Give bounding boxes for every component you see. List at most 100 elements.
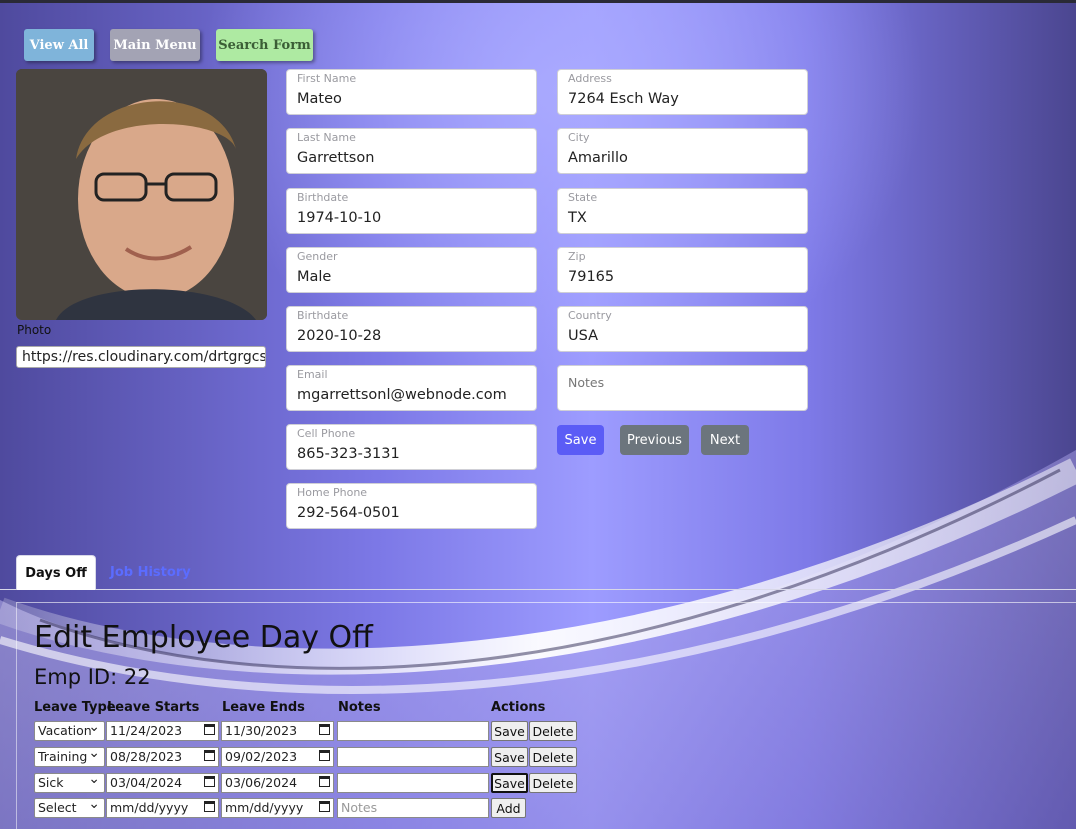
leave-start-value: 03/04/2024: [110, 775, 183, 790]
calendar-icon[interactable]: [319, 750, 330, 761]
tab-job-history[interactable]: Job History: [110, 555, 191, 590]
home-phone-value: 292-564-0501: [297, 505, 400, 521]
row-save-button[interactable]: Save: [491, 721, 528, 741]
tab-days-off[interactable]: Days Off: [16, 555, 96, 590]
home-phone-field[interactable]: Home Phone 292-564-0501: [286, 483, 537, 529]
birthdate-field[interactable]: Birthdate 1974-10-10: [286, 188, 537, 234]
panel-title: Edit Employee Day Off: [34, 620, 373, 655]
address-value: 7264 Esch Way: [568, 91, 679, 107]
city-value: Amarillo: [568, 150, 628, 166]
leave-notes-input[interactable]: [337, 747, 489, 767]
leave-start-input[interactable]: 08/28/2023: [106, 747, 219, 767]
leave-type-select[interactable]: Vacation: [34, 721, 105, 741]
new-leave-type-select[interactable]: Select: [34, 798, 105, 818]
state-label: State: [568, 191, 598, 204]
previous-button[interactable]: Previous: [620, 425, 689, 455]
address-field[interactable]: Address 7264 Esch Way: [557, 69, 808, 115]
state-field[interactable]: State TX: [557, 188, 808, 234]
last-name-value: Garrettson: [297, 150, 375, 166]
country-field[interactable]: Country USA: [557, 306, 808, 352]
new-leave-start-input[interactable]: mm/dd/yyyy: [106, 798, 219, 818]
home-phone-label: Home Phone: [297, 486, 368, 499]
leave-start-value: 08/28/2023: [110, 749, 183, 764]
cell-phone-field[interactable]: Cell Phone 865-323-3131: [286, 424, 537, 470]
calendar-icon[interactable]: [319, 801, 330, 812]
add-button[interactable]: Add: [491, 798, 526, 818]
employee-id: Emp ID: 22: [34, 665, 151, 689]
header-notes: Notes: [338, 700, 381, 715]
notes-placeholder: Notes: [568, 375, 605, 390]
first-name-value: Mateo: [297, 91, 342, 107]
leave-end-value: 11/30/2023: [225, 723, 298, 738]
cell-phone-value: 865-323-3131: [297, 446, 400, 462]
header-actions: Actions: [491, 700, 546, 715]
row-save-button[interactable]: Save: [491, 747, 528, 767]
new-leave-end-placeholder: mm/dd/yyyy: [225, 800, 304, 815]
calendar-icon[interactable]: [204, 750, 215, 761]
country-value: USA: [568, 328, 599, 344]
last-name-field[interactable]: Last Name Garrettson: [286, 128, 537, 174]
first-name-field[interactable]: First Name Mateo: [286, 69, 537, 115]
leave-start-value: 11/24/2023: [110, 723, 183, 738]
employee-photo: [16, 69, 267, 320]
notes-field[interactable]: Notes: [557, 365, 808, 411]
row-delete-button[interactable]: Delete: [529, 721, 577, 741]
leave-type-select[interactable]: Sick: [34, 773, 105, 793]
header-leave-type: Leave Type: [34, 700, 116, 715]
email-field[interactable]: Email mgarrettsonl@webnode.com: [286, 365, 537, 411]
gender-field[interactable]: Gender Male: [286, 247, 537, 293]
leave-end-input[interactable]: 11/30/2023: [221, 721, 334, 741]
zip-value: 79165: [568, 269, 615, 285]
email-label: Email: [297, 368, 328, 381]
calendar-icon[interactable]: [204, 801, 215, 812]
city-field[interactable]: City Amarillo: [557, 128, 808, 174]
hire-date-label: Birthdate: [297, 309, 349, 322]
calendar-icon[interactable]: [319, 724, 330, 735]
first-name-label: First Name: [297, 72, 357, 85]
zip-field[interactable]: Zip 79165: [557, 247, 808, 293]
leave-type-select[interactable]: Training: [34, 747, 105, 767]
next-button[interactable]: Next: [701, 425, 749, 455]
hire-date-value: 2020-10-28: [297, 328, 382, 344]
row-save-button[interactable]: Save: [491, 773, 528, 793]
header-leave-ends: Leave Ends: [222, 700, 305, 715]
photo-label: Photo: [17, 323, 52, 337]
birthdate-label: Birthdate: [297, 191, 349, 204]
leave-notes-input[interactable]: [337, 773, 489, 793]
zip-label: Zip: [568, 250, 586, 263]
row-delete-button[interactable]: Delete: [529, 747, 577, 767]
save-button[interactable]: Save: [557, 425, 604, 455]
hire-date-field[interactable]: Birthdate 2020-10-28: [286, 306, 537, 352]
calendar-icon[interactable]: [319, 776, 330, 787]
cell-phone-label: Cell Phone: [297, 427, 356, 440]
calendar-icon[interactable]: [204, 776, 215, 787]
new-leave-notes-input[interactable]: Notes: [337, 798, 489, 818]
new-leave-end-input[interactable]: mm/dd/yyyy: [221, 798, 334, 818]
employee-photo-portrait: [16, 69, 267, 320]
header-leave-starts: Leave Starts: [107, 700, 200, 715]
leave-notes-input[interactable]: [337, 721, 489, 741]
leave-end-input[interactable]: 03/06/2024: [221, 773, 334, 793]
new-leave-start-placeholder: mm/dd/yyyy: [110, 800, 189, 815]
city-label: City: [568, 131, 590, 144]
leave-end-input[interactable]: 09/02/2023: [221, 747, 334, 767]
country-label: Country: [568, 309, 612, 322]
leave-end-value: 09/02/2023: [225, 749, 298, 764]
row-delete-button[interactable]: Delete: [529, 773, 577, 793]
last-name-label: Last Name: [297, 131, 356, 144]
main-menu-button[interactable]: Main Menu: [110, 29, 200, 61]
calendar-icon[interactable]: [204, 724, 215, 735]
top-border: [0, 0, 1076, 3]
gender-value: Male: [297, 269, 332, 285]
gender-label: Gender: [297, 250, 338, 263]
view-all-button[interactable]: View All: [24, 29, 94, 61]
leave-end-value: 03/06/2024: [225, 775, 298, 790]
birthdate-value: 1974-10-10: [297, 210, 382, 226]
address-label: Address: [568, 72, 612, 85]
search-form-button[interactable]: Search Form: [216, 29, 313, 61]
photo-url-input[interactable]: https://res.cloudinary.com/drtgrgcs: [16, 346, 266, 368]
state-value: TX: [568, 210, 587, 226]
email-value: mgarrettsonl@webnode.com: [297, 387, 507, 403]
leave-start-input[interactable]: 11/24/2023: [106, 721, 219, 741]
leave-start-input[interactable]: 03/04/2024: [106, 773, 219, 793]
